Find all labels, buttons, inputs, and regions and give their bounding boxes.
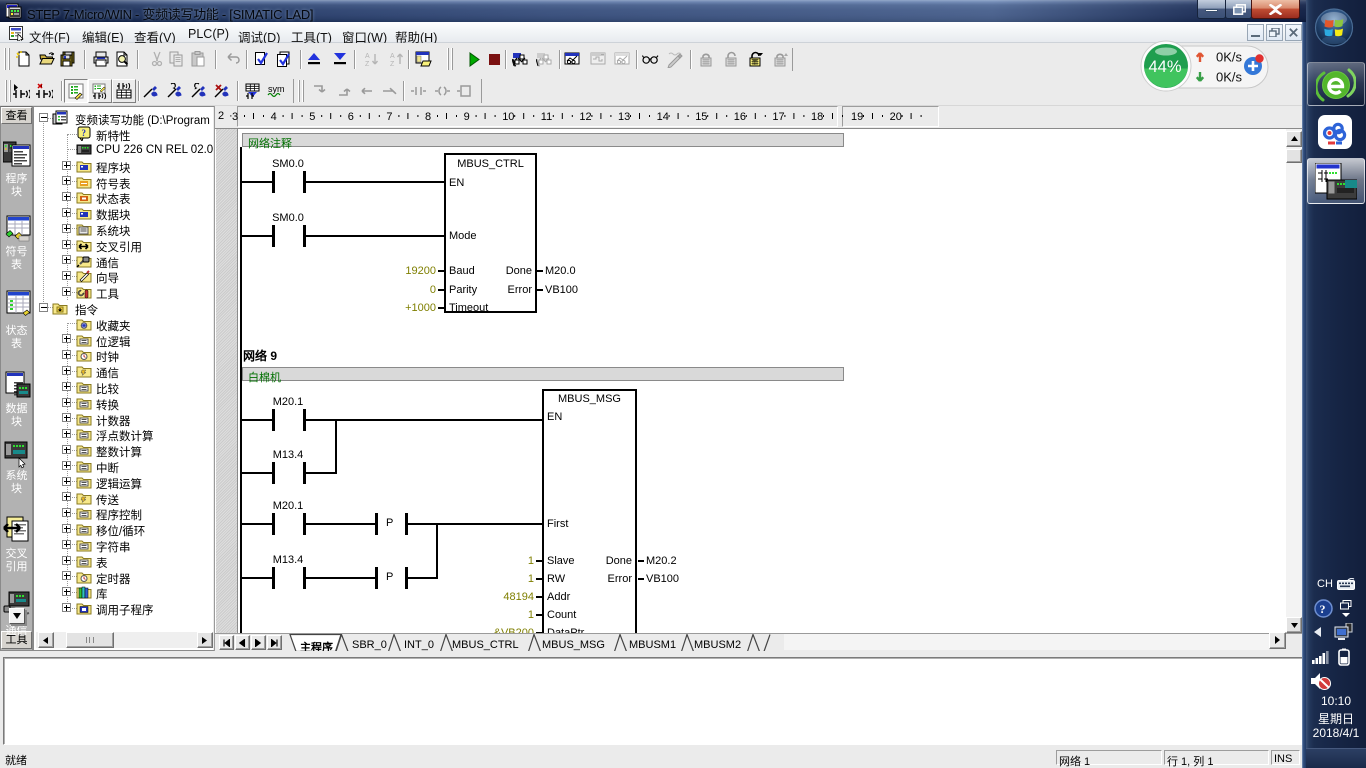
svg-text:0K/s: 0K/s [1216, 50, 1243, 65]
svg-text:8: 8 [425, 111, 431, 123]
svg-text:17: 17 [772, 111, 784, 123]
svg-text:10: 10 [502, 111, 514, 123]
svg-text:Z: Z [390, 61, 395, 68]
svg-text:11: 11 [541, 111, 552, 123]
svg-text:16: 16 [734, 111, 746, 123]
svg-text:A: A [390, 53, 395, 60]
svg-text:19: 19 [851, 111, 863, 123]
svg-text:7: 7 [386, 111, 392, 123]
svg-text:6: 6 [348, 111, 354, 123]
svg-text:9: 9 [464, 111, 470, 123]
svg-text:4: 4 [271, 111, 277, 123]
svg-text:0K/s: 0K/s [1216, 70, 1243, 85]
svg-text:Z: Z [365, 61, 370, 68]
svg-text:12: 12 [579, 111, 591, 123]
svg-text:3: 3 [232, 111, 238, 123]
svg-text:sym: sym [268, 84, 284, 94]
svg-text:T: T [753, 61, 757, 67]
svg-text:5: 5 [309, 111, 315, 123]
svg-text:44%: 44% [1149, 58, 1182, 76]
svg-text:18: 18 [811, 111, 823, 123]
svg-text:15: 15 [695, 111, 707, 123]
svg-text:14: 14 [657, 111, 669, 123]
svg-text:A: A [365, 53, 370, 60]
svg-text:13: 13 [618, 111, 630, 123]
svg-text:20: 20 [890, 111, 902, 123]
svg-text:?: ? [1320, 602, 1326, 616]
svg-text:?: ? [82, 128, 87, 138]
